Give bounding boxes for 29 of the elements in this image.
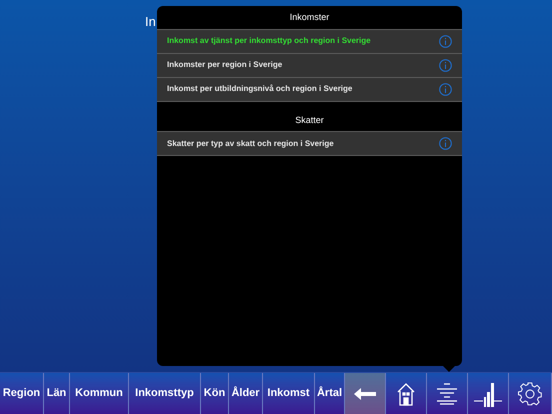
toolbar-button[interactable]: Län <box>44 373 70 414</box>
info-icon[interactable] <box>439 82 452 96</box>
bar-chart-icon <box>473 380 503 406</box>
toolbar-button[interactable]: Årtal <box>315 373 345 414</box>
info-icon[interactable] <box>439 34 452 48</box>
list-row[interactable]: Inkomster per region i Sverige <box>157 52 462 76</box>
settings-icon <box>518 382 542 406</box>
info-icon[interactable] <box>439 137 452 150</box>
list-button[interactable] <box>427 373 468 414</box>
toolbar-button[interactable]: Inkomst <box>263 373 315 414</box>
back-button[interactable] <box>345 373 386 414</box>
house-icon <box>397 382 415 406</box>
toolbar-button[interactable]: Region <box>0 373 44 414</box>
toolbar-button[interactable]: Kommun <box>70 373 129 414</box>
info-icon[interactable] <box>439 58 452 72</box>
list-row[interactable]: Inkomst av tjänst per inkomsttyp och region i Sverige <box>157 28 462 52</box>
centered-lines-icon <box>436 382 458 404</box>
section-header: Skatter <box>295 114 324 126</box>
list-row[interactable]: Inkomst per utbildningsnivå och region i Sverige <box>157 76 462 100</box>
toolbar-button[interactable]: Inkomsttyp <box>129 373 201 414</box>
chart-button[interactable] <box>468 373 509 414</box>
toolbar-button[interactable]: Ålder <box>229 373 263 414</box>
home-button[interactable] <box>386 373 427 414</box>
section-header: Inkomster <box>290 11 330 24</box>
page-title: In <box>145 14 156 29</box>
list-row[interactable]: Skatter per typ av skatt och region i Sverige <box>157 131 462 155</box>
toolbar-button[interactable]: Kön <box>201 373 229 414</box>
settings-button[interactable] <box>509 373 552 414</box>
left-arrow-icon <box>354 388 376 400</box>
